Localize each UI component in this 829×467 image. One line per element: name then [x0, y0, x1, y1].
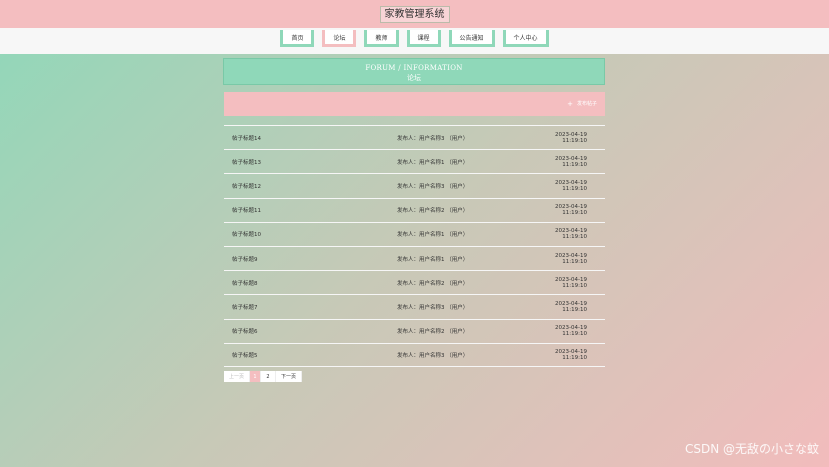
post-date: 2023-04-19 11:19:10	[555, 348, 587, 361]
post-title: 帖子标题13	[232, 159, 261, 166]
post-row[interactable]: 帖子标题12 发布人：用户名称3 （用户） 2023-04-19 11:19:10	[224, 173, 605, 197]
post-row[interactable]: 帖子标题7 发布人：用户名称3 （用户） 2023-04-19 11:19:10	[224, 294, 605, 318]
post-author: 发布人：用户名称1 （用户）	[397, 159, 469, 166]
next-page-button[interactable]: 下一页	[276, 371, 302, 382]
banner-title-cn: 论坛	[407, 74, 421, 82]
top-header: 家教管理系统	[0, 0, 829, 28]
post-row[interactable]: 帖子标题14 发布人：用户名称3 （用户） 2023-04-19 11:19:10	[224, 125, 605, 149]
pagination: 上一页 1 2 下一页	[224, 371, 302, 382]
prev-page-button[interactable]: 上一页	[224, 371, 250, 382]
post-date: 2023-04-19 11:19:10	[555, 228, 587, 241]
action-bar: + 发布帖子	[224, 92, 605, 116]
post-author: 发布人：用户名称3 （用户）	[397, 183, 469, 190]
main-nav: 首页 论坛 教师 课程 公告通知 个人中心	[0, 28, 829, 54]
post-date: 2023-04-19 11:19:10	[555, 325, 587, 338]
post-author: 发布人：用户名称3 （用户）	[397, 304, 469, 311]
banner-title-en: FORUM / INFORMATION	[365, 64, 463, 72]
post-row[interactable]: 帖子标题5 发布人：用户名称3 （用户） 2023-04-19 11:19:10	[224, 342, 605, 367]
post-title: 帖子标题14	[232, 135, 261, 142]
nav-item-2[interactable]: 教师	[364, 30, 399, 47]
post-date: 2023-04-19 11:19:10	[555, 204, 587, 217]
nav-item-4[interactable]: 公告通知	[448, 30, 495, 47]
post-date: 2023-04-19 11:19:10	[555, 276, 587, 289]
post-date: 2023-04-19 11:19:10	[555, 252, 587, 265]
plus-icon: +	[567, 99, 573, 108]
post-author: 发布人：用户名称1 （用户）	[397, 256, 469, 263]
post-author: 发布人：用户名称3 （用户）	[397, 135, 469, 142]
post-title: 帖子标题5	[232, 352, 258, 359]
nav-item-3[interactable]: 课程	[406, 30, 441, 47]
post-list: 帖子标题14 发布人：用户名称3 （用户） 2023-04-19 11:19:10 帖…	[224, 125, 605, 367]
new-post-label: 发布帖子	[576, 101, 597, 107]
post-author: 发布人：用户名称1 （用户）	[397, 232, 469, 239]
post-title: 帖子标题10	[232, 232, 261, 239]
nav-item-5[interactable]: 个人中心	[502, 30, 549, 47]
nav-item-1[interactable]: 论坛	[322, 30, 357, 47]
post-row[interactable]: 帖子标题8 发布人：用户名称2 （用户） 2023-04-19 11:19:10	[224, 270, 605, 294]
page-banner: FORUM / INFORMATION 论坛	[223, 58, 605, 85]
post-row[interactable]: 帖子标题9 发布人：用户名称1 （用户） 2023-04-19 11:19:10	[224, 245, 605, 270]
nav-item-0[interactable]: 首页	[280, 30, 315, 47]
post-title: 帖子标题6	[232, 329, 258, 336]
post-row[interactable]: 帖子标题6 发布人：用户名称2 （用户） 2023-04-19 11:19:10	[224, 318, 605, 343]
post-author: 发布人：用户名称2 （用户）	[397, 329, 469, 336]
page-1-button[interactable]: 1	[250, 371, 261, 382]
post-row[interactable]: 帖子标题11 发布人：用户名称2 （用户） 2023-04-19 11:19:10	[224, 197, 605, 222]
post-author: 发布人：用户名称2 （用户）	[397, 280, 469, 287]
new-post-button[interactable]: + 发布帖子	[567, 100, 597, 107]
post-title: 帖子标题9	[232, 256, 258, 263]
post-title: 帖子标题7	[232, 304, 258, 311]
post-title: 帖子标题11	[232, 208, 261, 215]
post-date: 2023-04-19 11:19:10	[555, 179, 587, 192]
post-title: 帖子标题12	[232, 183, 261, 190]
post-author: 发布人：用户名称3 （用户）	[397, 352, 469, 359]
post-date: 2023-04-19 11:19:10	[555, 131, 587, 144]
page-2-button[interactable]: 2	[261, 371, 276, 382]
post-date: 2023-04-19 11:19:10	[555, 300, 587, 313]
post-title: 帖子标题8	[232, 280, 258, 287]
site-title: 家教管理系统	[379, 5, 450, 23]
post-row[interactable]: 帖子标题13 发布人：用户名称1 （用户） 2023-04-19 11:19:10	[224, 149, 605, 173]
post-row[interactable]: 帖子标题10 发布人：用户名称1 （用户） 2023-04-19 11:19:10	[224, 221, 605, 246]
post-date: 2023-04-19 11:19:10	[555, 155, 587, 168]
watermark: CSDN @无敌の小さな蚊	[684, 442, 819, 456]
post-author: 发布人：用户名称2 （用户）	[397, 208, 469, 215]
